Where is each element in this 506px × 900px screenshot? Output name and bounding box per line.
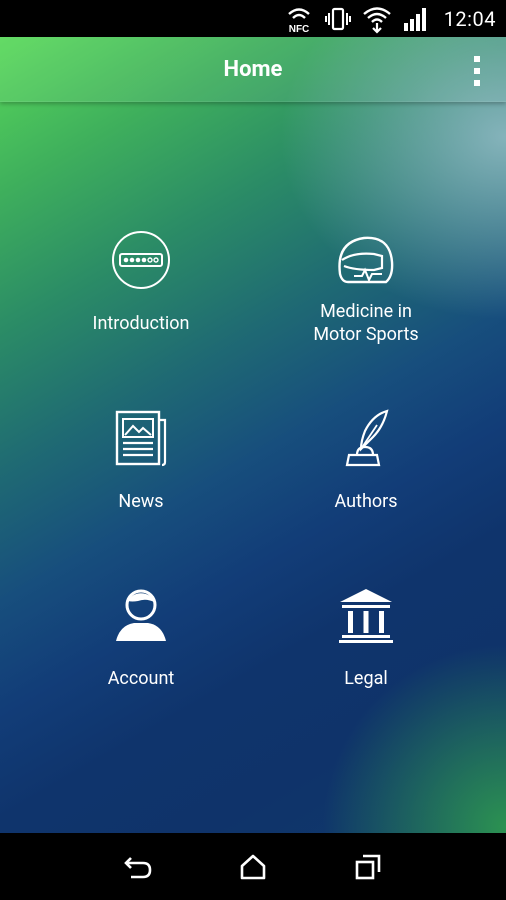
slides-icon <box>109 228 173 292</box>
recents-icon[interactable] <box>348 847 388 887</box>
clock: 12:04 <box>443 6 496 31</box>
home-icon[interactable] <box>233 847 273 887</box>
back-icon[interactable] <box>118 847 158 887</box>
more-vert-icon[interactable] <box>470 56 484 86</box>
menu-item-label: Introduction <box>92 313 190 334</box>
menu-item-label: Legal <box>344 668 388 689</box>
signal-icon <box>402 6 430 32</box>
app-bar: Home <box>0 37 506 102</box>
nfc-label: NFC <box>288 24 309 34</box>
menu-item-account[interactable]: Account <box>41 583 241 690</box>
wifi-icon <box>362 4 392 34</box>
menu-item-news[interactable]: News <box>41 406 241 513</box>
page-title: Home <box>223 57 283 82</box>
quill-icon <box>334 406 398 470</box>
status-bar: NFC 12:04 <box>0 0 506 37</box>
menu-item-legal[interactable]: Legal <box>266 583 466 690</box>
menu-item-medicine-in-motor-sports[interactable]: Medicine in Motor Sports <box>266 228 466 346</box>
user-icon <box>109 583 173 647</box>
menu-item-introduction[interactable]: Introduction <box>41 228 241 335</box>
menu-item-label: News <box>118 491 164 512</box>
vibrate-icon <box>324 5 352 33</box>
menu-item-label: Medicine in Motor Sports <box>313 301 419 345</box>
nfc-icon: NFC <box>284 4 314 34</box>
navigation-bar <box>0 833 506 900</box>
menu-item-label: Account <box>107 668 175 689</box>
newspaper-icon <box>109 406 173 470</box>
courthouse-icon <box>334 583 398 647</box>
menu-item-label: Authors <box>334 491 398 512</box>
helmet-icon <box>334 228 398 292</box>
menu-item-authors[interactable]: Authors <box>266 406 466 513</box>
app-screen: Home Introduction Medicine in Motor Spor… <box>0 37 506 833</box>
